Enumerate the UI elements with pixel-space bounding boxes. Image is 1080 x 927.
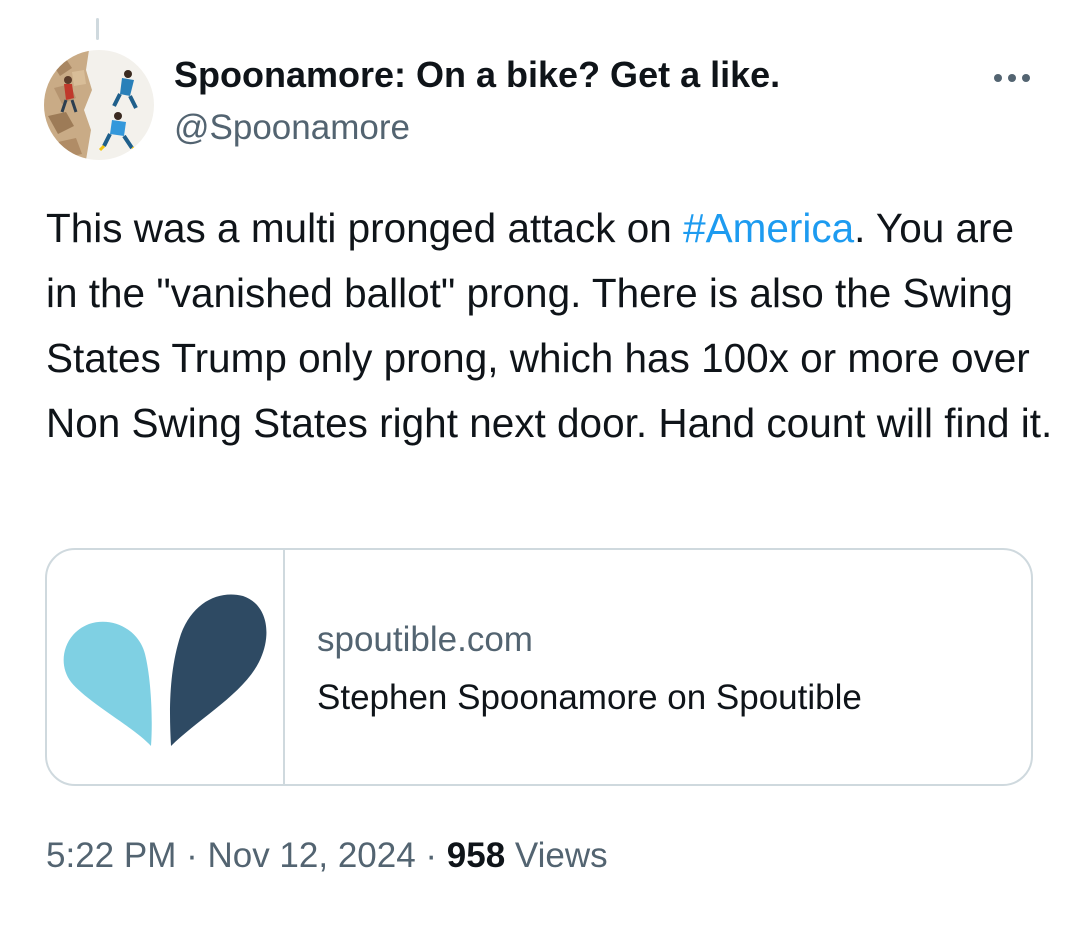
views-label: Views [505, 836, 608, 875]
views-count[interactable]: 958 [447, 836, 505, 875]
link-card-title: Stephen Spoonamore on Spoutible [317, 678, 862, 717]
tweet-text: This was a multi pronged attack on #Amer… [46, 196, 1056, 456]
tweet-text-start: This was a multi pronged attack on [46, 205, 684, 251]
tweet-date[interactable]: Nov 12, 2024 [207, 836, 415, 875]
link-preview-card[interactable]: spoutible.com Stephen Spoonamore on Spou… [45, 548, 1033, 786]
author-display-name[interactable]: Spoonamore: On a bike? Get a like. [174, 54, 780, 96]
more-horizontal-icon [994, 74, 1002, 82]
avatar-image [44, 50, 154, 160]
author-handle[interactable]: @Spoonamore [174, 108, 410, 148]
more-horizontal-icon-dot [1022, 74, 1030, 82]
avatar[interactable] [44, 50, 154, 160]
more-horizontal-icon-dot [1008, 74, 1016, 82]
hashtag-link[interactable]: #America [683, 205, 854, 251]
thread-connector-line [96, 18, 99, 40]
more-options-button[interactable] [984, 62, 1040, 94]
link-card-domain: spoutible.com [317, 620, 533, 659]
meta-separator: · [176, 836, 208, 875]
tweet-time[interactable]: 5:22 PM [46, 836, 176, 875]
spoutible-logo-icon [63, 594, 267, 746]
link-card-thumbnail [47, 550, 285, 784]
meta-separator: · [415, 836, 447, 875]
tweet-meta: 5:22 PM · Nov 12, 2024 · 958 Views [46, 836, 608, 876]
